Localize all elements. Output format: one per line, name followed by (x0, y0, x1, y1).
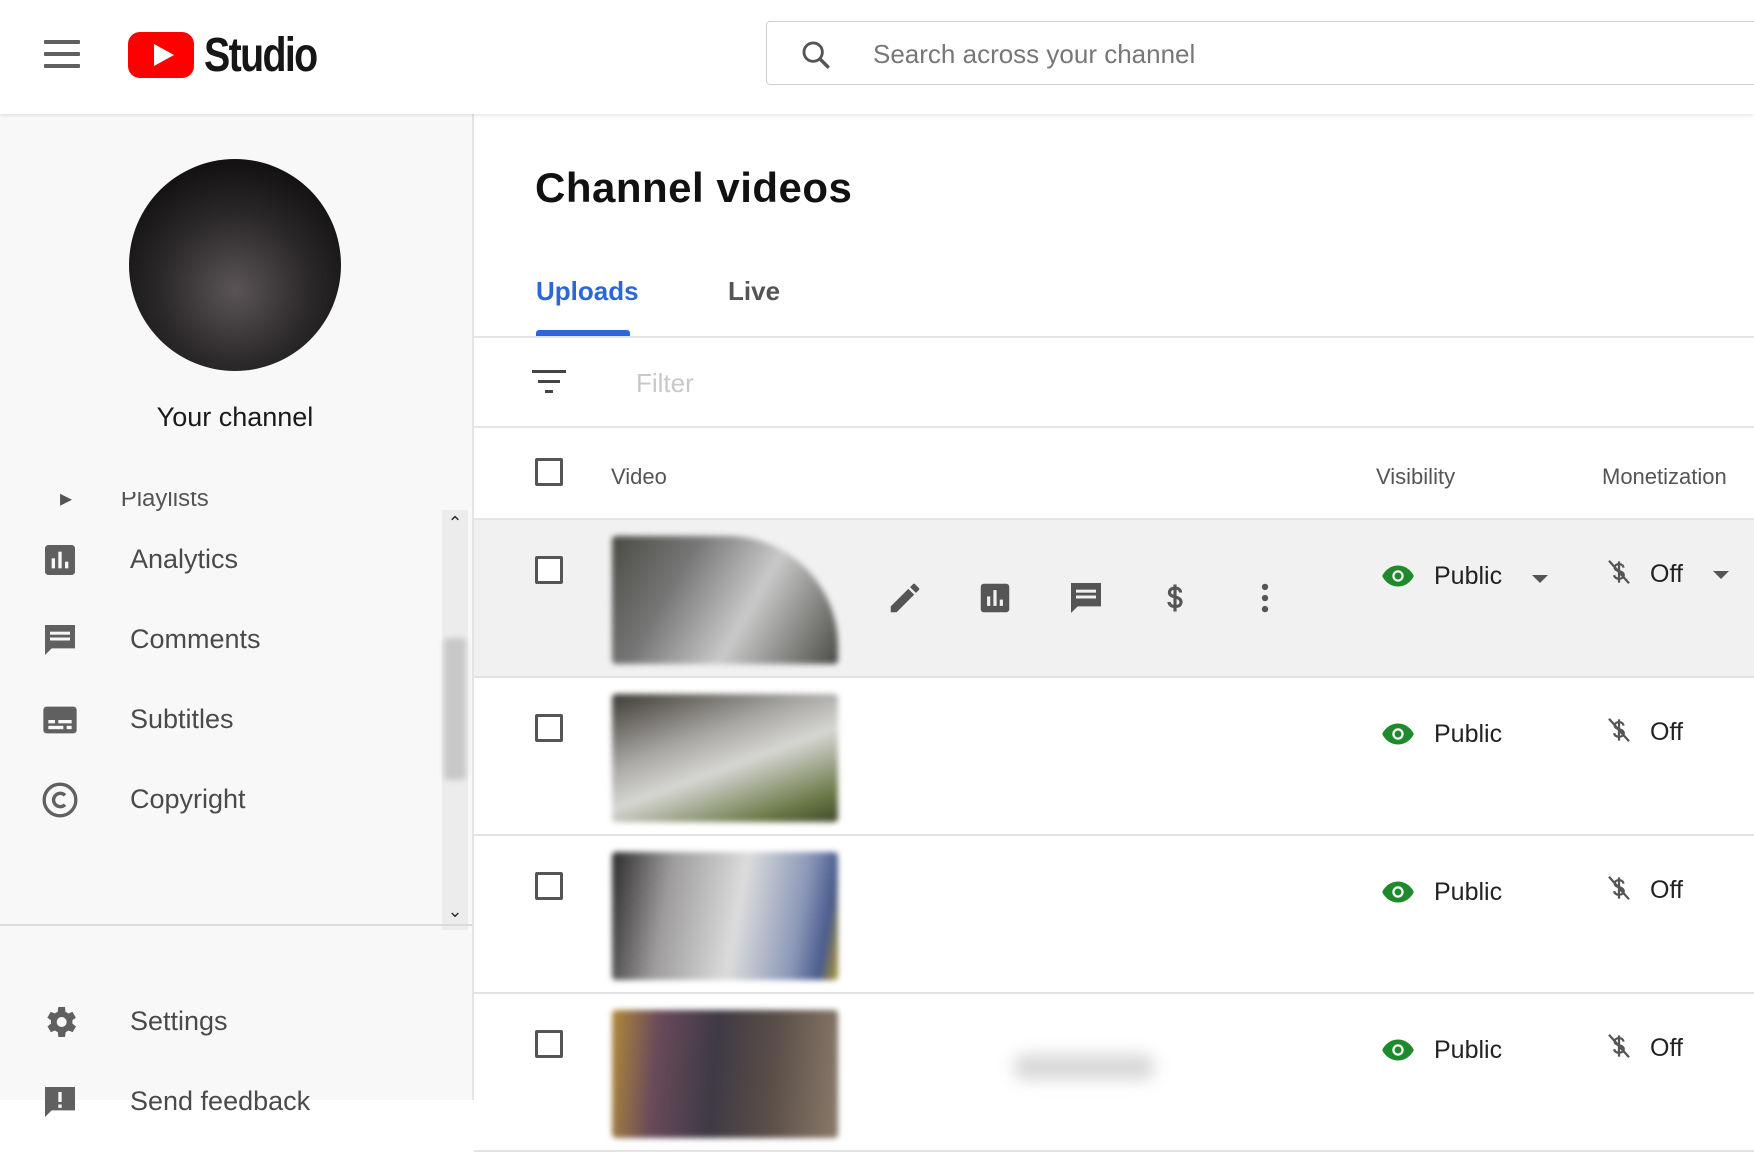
more-options-icon[interactable] (1246, 574, 1336, 622)
scroll-down-icon[interactable]: ⌄ (446, 902, 464, 920)
table-row[interactable]: Public Off (474, 994, 1754, 1152)
visibility-dropdown-caret[interactable] (1532, 575, 1549, 583)
sidebar-item-analytics[interactable]: Analytics (0, 520, 446, 600)
monetization-off-icon (1608, 559, 1630, 584)
search-icon[interactable] (799, 38, 833, 72)
tab-bar: Uploads Live (474, 244, 1754, 338)
select-all-checkbox[interactable] (535, 458, 563, 486)
sidebar-item-partial[interactable]: ▸ Playlists (60, 492, 209, 512)
video-thumbnail[interactable] (612, 694, 838, 822)
sidebar-item-label: Settings (130, 1006, 228, 1036)
monetization-cell[interactable]: Off (1604, 1028, 1683, 1063)
visibility-label: Public (1434, 1035, 1503, 1064)
table-row[interactable]: Public Off (474, 520, 1754, 678)
edit-details-icon[interactable] (886, 574, 976, 622)
visibility-cell[interactable]: Public (1380, 1032, 1502, 1068)
sidebar-item-label: Send feedback (130, 1086, 311, 1116)
visibility-cell[interactable]: Public (1380, 716, 1502, 752)
monetization-label: Off (1650, 876, 1683, 904)
page-title: Channel videos (535, 164, 853, 211)
visibility-label: Public (1434, 719, 1503, 748)
row-actions (886, 574, 1336, 622)
sidebar-item-subtitles[interactable]: Subtitles (0, 680, 446, 760)
video-thumbnail[interactable] (612, 536, 838, 664)
visibility-label: Public (1434, 561, 1503, 590)
search-input[interactable] (871, 32, 1575, 76)
filter-bar (474, 338, 1754, 428)
sidebar-item-comments[interactable]: Comments (0, 600, 446, 680)
active-tab-indicator (536, 330, 630, 336)
tab-live[interactable]: Live (728, 276, 780, 307)
comments-icon[interactable] (1066, 574, 1156, 622)
monetization-off-icon (1608, 717, 1630, 742)
visibility-cell[interactable]: Public (1380, 874, 1502, 910)
sidebar-item-send-feedback[interactable]: Send feedback (0, 1062, 446, 1142)
table-row[interactable]: Public Off (474, 836, 1754, 994)
row-checkbox[interactable] (535, 556, 563, 584)
gear-icon (47, 1007, 76, 1037)
copyright-icon (42, 782, 78, 818)
youtube-play-icon (128, 32, 194, 78)
monetization-dropdown-caret[interactable] (1712, 570, 1729, 579)
visibility-label: Public (1434, 877, 1503, 906)
monetization-label: Off (1650, 560, 1683, 588)
sidebar-item-label: Copyright (130, 784, 246, 814)
video-thumbnail[interactable] (612, 1010, 838, 1138)
sidebar-item-label: Analytics (130, 544, 239, 574)
monetization-dollar-icon[interactable] (1156, 574, 1246, 622)
sidebar-item-copyright[interactable]: Copyright (0, 760, 446, 840)
monetization-off-icon (1608, 1033, 1630, 1058)
sidebar-item-partial-label: Playlists (120, 492, 209, 512)
analytics-icon[interactable] (976, 574, 1066, 622)
row-checkbox[interactable] (535, 872, 563, 900)
filter-input[interactable] (634, 362, 1238, 404)
filter-icon[interactable] (532, 368, 568, 396)
eye-icon (1382, 723, 1414, 745)
scroll-up-icon[interactable]: ⌃ (446, 514, 464, 532)
search-box[interactable] (766, 21, 1754, 85)
monetization-cell[interactable]: Off (1604, 554, 1729, 589)
sidebar-item-label: Comments (130, 624, 261, 654)
video-thumbnail[interactable] (612, 852, 838, 980)
sidebar-scrollbar[interactable]: ⌃ ⌄ (442, 510, 468, 930)
monetization-cell[interactable]: Off (1604, 870, 1683, 905)
monetization-off-icon (1608, 875, 1630, 900)
eye-icon (1382, 565, 1414, 587)
sidebar: Your channel ▸ Playlists Analytics Comme… (0, 114, 474, 1117)
column-header-monetization[interactable]: Monetization (1602, 464, 1727, 490)
row-checkbox[interactable] (535, 1030, 563, 1058)
channel-label[interactable]: Your channel (0, 402, 470, 433)
sidebar-item-label: Subtitles (130, 704, 234, 734)
sidebar-divider (0, 924, 472, 926)
table-header: Video Visibility Monetization (474, 428, 1754, 520)
scrollbar-thumb[interactable] (444, 638, 466, 780)
tab-uploads[interactable]: Uploads (536, 276, 639, 307)
hamburger-menu-icon[interactable] (38, 34, 86, 76)
logo-text: Studio (204, 28, 318, 82)
studio-logo[interactable]: Studio (128, 26, 341, 84)
channel-avatar[interactable] (129, 159, 341, 371)
eye-icon (1382, 1039, 1414, 1061)
column-header-video[interactable]: Video (611, 464, 667, 490)
table-row[interactable]: Public Off (474, 678, 1754, 836)
main-content: Channel videos Uploads Live Video Visibi… (474, 114, 1754, 1152)
eye-icon (1382, 881, 1414, 903)
visibility-cell[interactable]: Public (1380, 558, 1549, 594)
analytics-icon (45, 545, 75, 575)
comments-icon (45, 625, 75, 655)
sidebar-item-settings[interactable]: Settings (0, 982, 446, 1062)
feedback-icon (45, 1087, 75, 1117)
subtitles-icon (43, 706, 77, 734)
monetization-label: Off (1650, 1034, 1683, 1062)
row-checkbox[interactable] (535, 714, 563, 742)
monetization-label: Off (1650, 718, 1683, 746)
monetization-cell[interactable]: Off (1604, 712, 1683, 747)
column-header-visibility[interactable]: Visibility (1376, 464, 1455, 490)
app-header: Studio (0, 0, 1754, 114)
blurred-title-fragment (1014, 1054, 1154, 1080)
